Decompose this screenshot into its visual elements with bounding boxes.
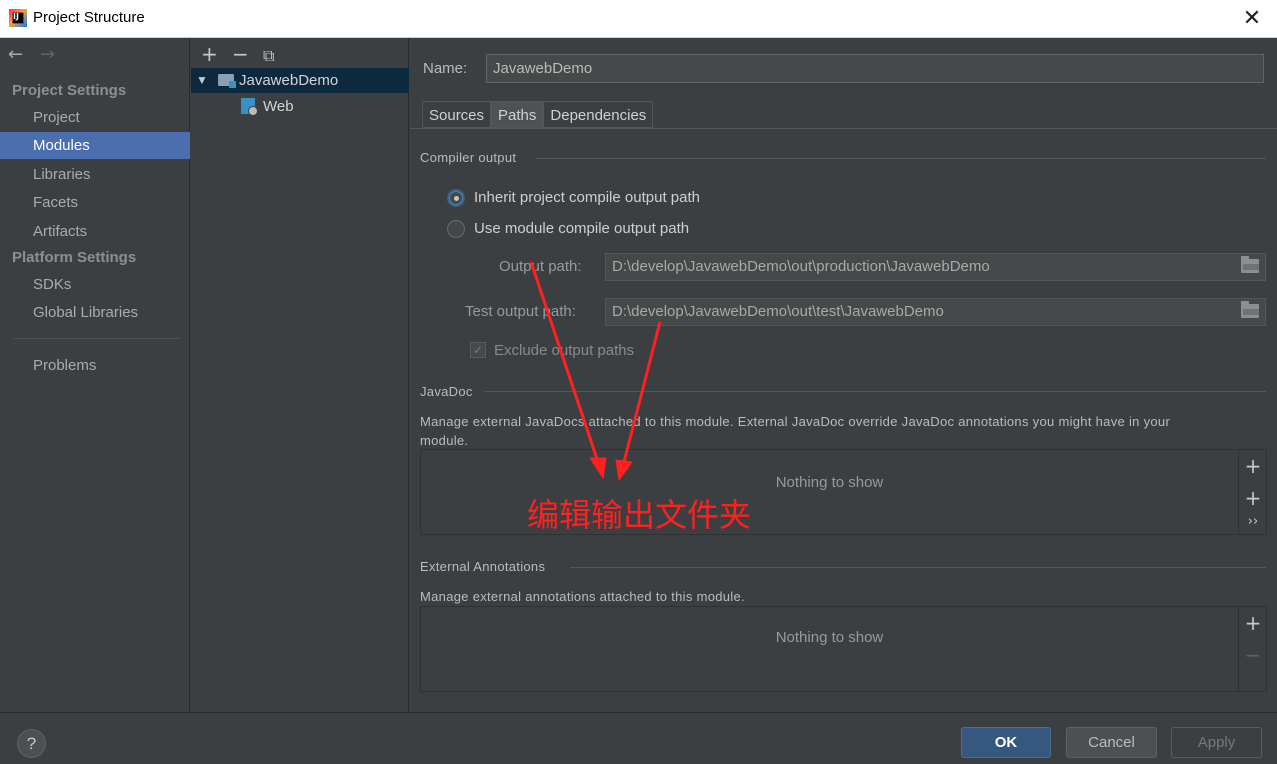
external-annotations-section-title: External Annotations	[420, 559, 546, 574]
back-arrow-icon[interactable]: ←	[8, 44, 40, 65]
tree-node-module[interactable]: ▼ JavawebDemo	[191, 68, 409, 93]
module-tree-pane: + − ⧉ ▼ JavawebDemo Web	[191, 38, 409, 712]
forward-arrow-icon[interactable]: →	[40, 44, 72, 65]
browse-folder-icon[interactable]	[1241, 256, 1259, 273]
module-name-field[interactable]: JavawebDemo	[486, 54, 1264, 83]
test-output-path-field[interactable]: D:\develop\JavawebDemo\out\test\JavawebD…	[605, 298, 1266, 326]
sidebar-item-sdks[interactable]: SDKs	[0, 271, 190, 298]
sidebar-item-global-libraries[interactable]: Global Libraries	[0, 299, 190, 326]
remove-icon[interactable]: −	[1239, 643, 1267, 667]
window-title: Project Structure	[33, 9, 145, 26]
project-settings-header: Project Settings	[12, 82, 127, 99]
external-annotations-list[interactable]: Nothing to show + −	[420, 606, 1267, 692]
help-button[interactable]: ?	[17, 729, 46, 758]
add-icon[interactable]: +	[1239, 611, 1267, 635]
web-facet-icon	[241, 98, 258, 116]
tab-dependencies[interactable]: Dependencies	[543, 101, 654, 128]
nav-arrows: ← →	[8, 44, 72, 65]
javadoc-empty-text: Nothing to show	[775, 474, 884, 491]
title-bar: IJ Project Structure ✕	[0, 0, 1277, 38]
module-name-label: JavawebDemo	[239, 72, 339, 89]
module-settings-panel: Name: JavawebDemo Sources Paths Dependen…	[410, 38, 1277, 712]
remove-icon[interactable]: −	[232, 42, 263, 66]
exclude-output-checkbox[interactable]: ✓	[470, 342, 486, 358]
web-facet-label: Web	[263, 98, 294, 115]
module-output-radio[interactable]	[447, 220, 465, 238]
sidebar-item-libraries[interactable]: Libraries	[0, 161, 190, 188]
module-output-label[interactable]: Use module compile output path	[474, 220, 689, 237]
sidebar-item-project[interactable]: Project	[0, 104, 190, 131]
dialog-button-bar: ? OK Cancel Apply	[0, 712, 1277, 764]
intellij-idea-icon: IJ	[9, 9, 27, 27]
platform-settings-header: Platform Settings	[12, 249, 137, 266]
cancel-button[interactable]: Cancel	[1066, 727, 1157, 758]
more-icon[interactable]: ››	[1239, 514, 1267, 529]
sidebar-item-modules[interactable]: Modules	[0, 132, 190, 159]
exclude-output-label[interactable]: Exclude output paths	[494, 342, 634, 359]
close-icon[interactable]: ✕	[1237, 4, 1267, 34]
add-url-icon[interactable]: +	[1239, 486, 1267, 510]
external-annotations-toolbar: + −	[1238, 607, 1266, 691]
tab-paths[interactable]: Paths	[491, 101, 544, 128]
external-annotations-divider	[570, 567, 1266, 568]
ok-button[interactable]: OK	[961, 727, 1051, 758]
compiler-output-divider	[536, 158, 1266, 159]
tab-underline	[410, 128, 1277, 129]
test-output-path-label: Test output path:	[465, 303, 576, 320]
compiler-output-section-title: Compiler output	[420, 150, 517, 165]
javadoc-toolbar: + + ››	[1238, 450, 1266, 534]
copy-icon[interactable]: ⧉	[263, 46, 294, 66]
inherit-output-label[interactable]: Inherit project compile output path	[474, 189, 700, 206]
sidebar-item-artifacts[interactable]: Artifacts	[0, 218, 190, 245]
tree-node-web-facet[interactable]: Web	[191, 94, 409, 119]
tree-toolbar: + − ⧉	[201, 42, 294, 66]
browse-folder-icon[interactable]	[1241, 301, 1259, 318]
external-annotations-description: Manage external annotations attached to …	[420, 589, 745, 604]
settings-sidebar: ← → Project Settings Project Modules Libr…	[0, 38, 190, 712]
test-output-path-value: D:\develop\JavawebDemo\out\test\JavawebD…	[612, 303, 944, 320]
module-folder-icon	[218, 74, 236, 88]
expand-arrow-icon[interactable]: ▼	[196, 68, 208, 93]
annotation-label: 编辑输出文件夹	[527, 496, 752, 534]
add-icon[interactable]: +	[201, 42, 232, 66]
output-path-label: Output path:	[499, 258, 582, 275]
apply-button[interactable]: Apply	[1171, 727, 1262, 758]
javadoc-description: Manage external JavaDocs attached to thi…	[420, 414, 1171, 448]
sidebar-item-problems[interactable]: Problems	[0, 352, 190, 379]
output-path-value: D:\develop\JavawebDemo\out\production\Ja…	[612, 258, 990, 275]
output-path-field[interactable]: D:\develop\JavawebDemo\out\production\Ja…	[605, 253, 1266, 281]
tab-sources[interactable]: Sources	[422, 101, 492, 128]
name-label: Name:	[423, 60, 468, 77]
add-icon[interactable]: +	[1239, 454, 1267, 478]
external-annotations-empty-text: Nothing to show	[775, 629, 884, 646]
sidebar-item-facets[interactable]: Facets	[0, 189, 190, 216]
sidebar-divider	[14, 338, 180, 339]
inherit-output-radio[interactable]	[447, 189, 465, 207]
module-tabs: Sources Paths Dependencies	[422, 101, 654, 128]
javadoc-divider	[484, 391, 1266, 392]
javadoc-section-title: JavaDoc	[420, 384, 473, 399]
